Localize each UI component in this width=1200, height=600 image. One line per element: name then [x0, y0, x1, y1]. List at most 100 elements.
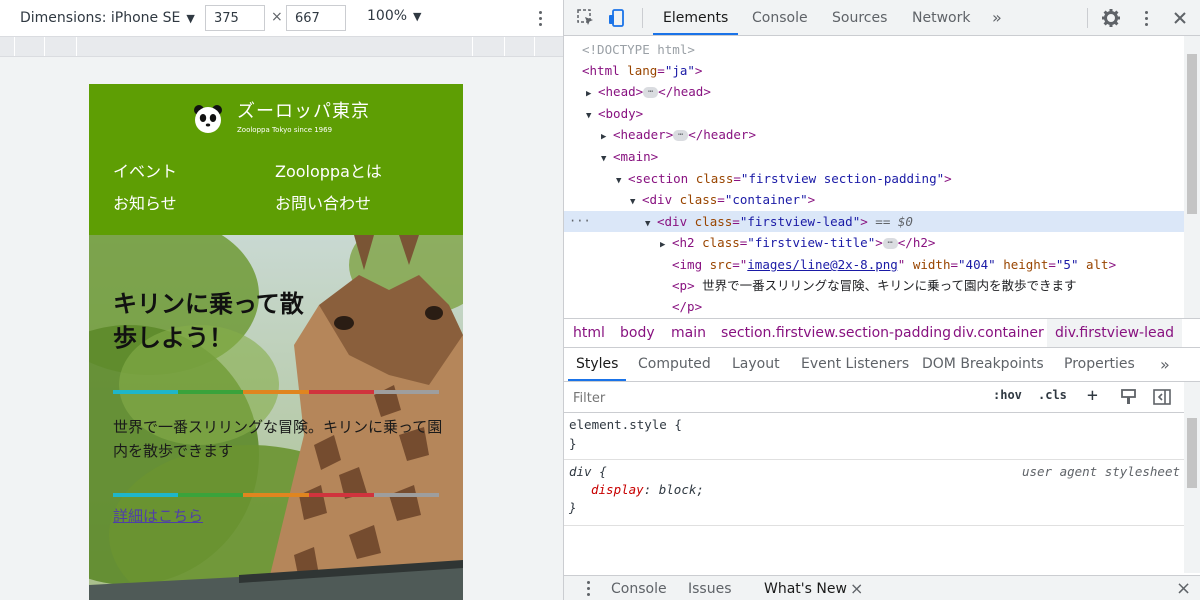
- site-nav: イベント Zoolоppaとは お知らせ お問い合わせ: [113, 162, 443, 214]
- tab-event-listeners[interactable]: Event Listeners: [793, 348, 917, 381]
- attr-name: class: [702, 235, 740, 250]
- dom-node-section[interactable]: ▼ <section class="firstview section-paddi…: [564, 168, 1184, 189]
- dom-node-header[interactable]: ▶ <header> ⋯ </header>: [564, 124, 1184, 145]
- viewport-height-input[interactable]: [286, 5, 346, 31]
- tab-sources[interactable]: Sources: [822, 0, 897, 35]
- zoom-dropdown[interactable]: 100% ▼: [367, 8, 422, 24]
- media-query-ruler[interactable]: [0, 36, 563, 57]
- viewport-width-input[interactable]: [205, 5, 265, 31]
- nav-link-events[interactable]: イベント: [113, 162, 275, 182]
- customize-devtools-icon[interactable]: [1138, 6, 1154, 30]
- attr-name: class: [679, 192, 718, 207]
- hero-description: 世界で一番スリリングな冒険。キリンに乗って園内を散歩できます: [113, 418, 443, 460]
- breadcrumb-container[interactable]: div.container: [945, 319, 1052, 347]
- stripe-green: [178, 493, 244, 497]
- styles-scrollbar[interactable]: [1184, 382, 1200, 573]
- dom-node-body[interactable]: ▼ <body>: [564, 103, 1184, 124]
- drawer-tab-console[interactable]: Console: [603, 576, 675, 600]
- scrollbar-thumb[interactable]: [1187, 54, 1197, 214]
- tag-name: head: [605, 84, 636, 99]
- nav-link-news[interactable]: お知らせ: [113, 194, 275, 214]
- dom-node-p[interactable]: <p> 世界で一番スリリングな冒険、キリンに乗って園内を散歩できます: [564, 275, 1184, 296]
- close-devtools-icon[interactable]: [1170, 8, 1190, 28]
- dom-node-h2[interactable]: ▶ <h2 class="firstview-title"> ⋯ </h2>: [564, 232, 1184, 253]
- attr-name: lang: [627, 63, 658, 78]
- new-rule-button[interactable]: +: [1087, 385, 1098, 406]
- tab-console[interactable]: Console: [742, 0, 818, 35]
- emulated-page: ズーロッパ東京 Zooloppa Tokyo since 1969 イベント Z…: [89, 84, 463, 600]
- tab-elements[interactable]: Elements: [653, 0, 739, 35]
- drawer-menu-icon[interactable]: [580, 576, 596, 600]
- tag-name: section: [635, 171, 689, 186]
- device-toolbar: Dimensions: iPhone SE ▼ × 100% ▼: [0, 0, 563, 36]
- tab-dom-breakpoints[interactable]: DOM Breakpoints: [914, 348, 1052, 381]
- expand-triangle-icon[interactable]: ▶: [601, 127, 613, 148]
- panda-logo-icon: [194, 104, 222, 133]
- dom-node-html[interactable]: <html lang="ja">: [564, 60, 1184, 81]
- hover-state-button[interactable]: :hov: [993, 388, 1022, 402]
- dom-node-img[interactable]: <img src="images/line@2x-8.png" width="4…: [564, 254, 1184, 275]
- breadcrumb-main[interactable]: main: [663, 319, 714, 347]
- drawer-tab-close-icon[interactable]: ×: [842, 576, 871, 600]
- tab-network[interactable]: Network: [902, 0, 980, 35]
- drawer-tab-issues[interactable]: Issues: [680, 576, 740, 600]
- hero-section: キリンに乗って散歩しよう！ 世界で一番スリリングな冒険。キリンに乗って園内を散歩…: [89, 235, 463, 600]
- color-stripe-top: [113, 390, 440, 394]
- breadcrumb-body[interactable]: body: [612, 319, 663, 347]
- device-toggle-icon[interactable]: [608, 8, 628, 28]
- nav-link-about[interactable]: Zoolоppaとは: [275, 162, 437, 182]
- toggle-sidebar-icon[interactable]: [1152, 387, 1172, 407]
- img-src-link[interactable]: images/line@2x-8.png: [747, 257, 898, 272]
- ellipsis-icon[interactable]: ⋯: [673, 130, 689, 141]
- rule-close: }: [569, 436, 577, 451]
- inspect-element-icon[interactable]: [576, 8, 596, 28]
- node-actions-icon[interactable]: ···: [569, 211, 591, 232]
- tab-styles[interactable]: Styles: [568, 348, 627, 381]
- expand-triangle-icon[interactable]: ▶: [660, 235, 672, 256]
- attr-name: height: [1003, 257, 1049, 272]
- dom-node-doctype[interactable]: <!DOCTYPE html>: [564, 39, 1184, 60]
- collapse-triangle-icon[interactable]: ▼: [601, 149, 613, 170]
- tab-layout[interactable]: Layout: [724, 348, 788, 381]
- dom-node-container[interactable]: ▼ <div class="container">: [564, 189, 1184, 210]
- tab-computed[interactable]: Computed: [630, 348, 719, 381]
- rule-div-user-agent[interactable]: user agent stylesheet div { display: blo…: [564, 460, 1184, 526]
- stripe-red: [308, 390, 374, 394]
- settings-gear-icon[interactable]: [1101, 8, 1121, 28]
- attr-value: "firstview section-padding": [740, 171, 945, 186]
- expand-triangle-icon[interactable]: ▶: [586, 84, 598, 105]
- dom-node-main[interactable]: ▼ <main>: [564, 146, 1184, 167]
- dom-node-firstview-lead-selected[interactable]: ··· ▼ <div class="firstview-lead"> == $0: [564, 211, 1184, 232]
- details-link[interactable]: 詳細はこちら: [113, 505, 203, 526]
- paint-brush-icon[interactable]: [1119, 387, 1139, 407]
- dom-node-head[interactable]: ▶ <head> ⋯ </head>: [564, 81, 1184, 102]
- collapse-triangle-icon[interactable]: ▼: [630, 192, 642, 213]
- toolbar-separator: [642, 8, 643, 28]
- more-tabs-button[interactable]: »: [982, 0, 1012, 35]
- breadcrumb-html[interactable]: html: [565, 319, 613, 347]
- nav-link-contact[interactable]: お問い合わせ: [275, 194, 437, 214]
- ellipsis-icon[interactable]: ⋯: [643, 87, 659, 98]
- close-drawer-icon[interactable]: ×: [1168, 576, 1199, 600]
- breadcrumb-section[interactable]: section.firstview.section-padding: [713, 319, 959, 347]
- tag-name: html: [589, 63, 620, 78]
- class-toggle-button[interactable]: .cls: [1038, 388, 1067, 402]
- rule-declaration[interactable]: display: block;: [569, 482, 1179, 497]
- more-options-icon[interactable]: [532, 6, 548, 30]
- ellipsis-icon[interactable]: ⋯: [882, 238, 898, 249]
- attr-value: "ja": [664, 63, 695, 78]
- drawer-tab-whats-new[interactable]: What's New: [756, 576, 855, 600]
- stripe-gray: [373, 493, 440, 497]
- devtools-panel: Elements Console Sources Network » <!DOC…: [564, 0, 1200, 600]
- scrollbar-thumb[interactable]: [1187, 418, 1197, 488]
- breadcrumb-firstview-lead[interactable]: div.firstview-lead: [1047, 319, 1183, 347]
- dom-node-p-close[interactable]: </p>: [564, 296, 1184, 317]
- more-sidebar-tabs-button[interactable]: »: [1152, 348, 1178, 381]
- tab-properties[interactable]: Properties: [1056, 348, 1143, 381]
- styles-filter-input[interactable]: [568, 386, 980, 410]
- site-logo[interactable]: ズーロッパ東京 Zooloppa Tokyo since 1969: [193, 102, 370, 135]
- rule-element-style[interactable]: element.style { }: [564, 413, 1184, 460]
- dimensions-dropdown[interactable]: Dimensions: iPhone SE ▼: [20, 8, 195, 28]
- dom-tree-scrollbar[interactable]: [1184, 36, 1200, 318]
- tag-name: head: [673, 84, 704, 99]
